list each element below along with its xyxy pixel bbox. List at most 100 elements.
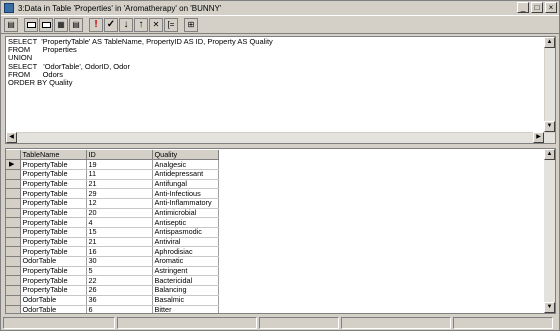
cell-quality[interactable]: Balancing [152, 285, 219, 296]
table-row[interactable]: PropertyTable 15 Antispasmodic [6, 227, 219, 238]
cell-tablename[interactable]: PropertyTable [20, 169, 87, 180]
table-row[interactable]: PropertyTable 21 Antiviral [6, 237, 219, 248]
remove-filter-button[interactable]: ✕ [149, 17, 163, 32]
table-row[interactable]: PropertyTable 16 Aphrodisiac [6, 246, 219, 258]
table-row[interactable]: PropertyTable 29 Anti-Infectious [6, 188, 219, 199]
cell-quality[interactable]: Anti-Infectious [152, 188, 219, 199]
cell-quality[interactable]: Aphrodisiac [152, 246, 219, 258]
current-row-marker-icon[interactable]: ▶ [6, 159, 21, 170]
cell-quality[interactable]: Antiviral [152, 237, 219, 248]
row-selector[interactable] [6, 246, 21, 258]
cell-quality[interactable]: Antidepressant [152, 169, 219, 180]
cell-quality[interactable]: Antifungal [152, 179, 219, 190]
show-sql-pane-button[interactable] [24, 17, 38, 32]
column-header-tablename[interactable]: TableName [20, 150, 87, 161]
cell-tablename[interactable]: PropertyTable [20, 179, 87, 190]
table-row[interactable]: PropertyTable 26 Balancing [6, 285, 219, 296]
cell-quality[interactable]: Antispasmodic [152, 227, 219, 238]
table-row[interactable]: PropertyTable 11 Antidepressant [6, 169, 219, 180]
title-bar[interactable]: 3:Data in Table 'Properties' in 'Aromath… [1, 1, 559, 15]
grid-corner-cell[interactable] [6, 150, 21, 161]
row-selector[interactable] [6, 208, 21, 219]
table-row[interactable]: OdorTable 30 Aromatic [6, 256, 219, 267]
cell-id[interactable]: 29 [86, 188, 153, 199]
cell-id[interactable]: 22 [86, 275, 153, 287]
cell-id[interactable]: 4 [86, 217, 153, 228]
minimize-button[interactable]: _ [517, 2, 529, 13]
table-row[interactable]: PropertyTable 20 Antimicrobial [6, 208, 219, 219]
verify-sql-button[interactable]: ✓ [104, 17, 118, 32]
cell-id[interactable]: 12 [86, 198, 153, 209]
row-selector[interactable] [6, 285, 21, 296]
row-selector[interactable] [6, 169, 21, 180]
sql-scroll-right-button[interactable]: ▶ [533, 132, 544, 143]
cell-quality[interactable]: Analgesic [152, 159, 219, 170]
cell-tablename[interactable]: PropertyTable [20, 217, 87, 228]
close-button[interactable]: × [545, 2, 557, 13]
sql-editor[interactable]: SELECT 'PropertyTable' AS TableName, Pro… [8, 37, 545, 132]
save-button[interactable]: ▤ [4, 17, 18, 32]
cell-tablename[interactable]: PropertyTable [20, 208, 87, 219]
cell-quality[interactable]: Antiseptic [152, 217, 219, 228]
sql-scroll-down-button[interactable]: ▼ [544, 121, 555, 132]
cell-id[interactable]: 21 [86, 237, 153, 248]
cell-id[interactable]: 16 [86, 246, 153, 258]
sort-descending-button[interactable]: ↑ [134, 17, 148, 32]
cell-tablename[interactable]: PropertyTable [20, 227, 87, 238]
row-selector[interactable] [6, 266, 21, 277]
cell-id[interactable]: 15 [86, 227, 153, 238]
row-selector[interactable] [6, 227, 21, 238]
cell-quality[interactable]: Aromatic [152, 256, 219, 267]
cell-tablename[interactable]: PropertyTable [20, 266, 87, 277]
sql-horizontal-scrollbar[interactable]: ◀ ▶ [6, 132, 555, 143]
column-header-id[interactable]: ID [86, 150, 153, 161]
cell-tablename[interactable]: PropertyTable [20, 198, 87, 209]
group-by-button[interactable]: [= [164, 17, 178, 32]
row-selector[interactable] [6, 217, 21, 228]
column-header-quality[interactable]: Quality [152, 150, 219, 161]
cell-quality[interactable]: Astringent [152, 266, 219, 277]
row-selector[interactable] [6, 305, 21, 313]
sql-scroll-up-button[interactable]: ▲ [544, 37, 555, 48]
cell-id[interactable]: 20 [86, 208, 153, 219]
table-row[interactable]: PropertyTable 5 Astringent [6, 266, 219, 277]
run-button[interactable]: ! [89, 17, 103, 32]
show-results-pane-button[interactable]: ▤ [69, 17, 83, 32]
table-row[interactable]: OdorTable 36 Basalmic [6, 295, 219, 306]
cell-tablename[interactable]: PropertyTable [20, 188, 87, 199]
cell-id[interactable]: 6 [86, 305, 153, 313]
cell-tablename[interactable]: PropertyTable [20, 237, 87, 248]
row-selector[interactable] [6, 295, 21, 306]
table-row[interactable]: ▶ PropertyTable 19 Analgesic [6, 159, 219, 170]
add-table-button[interactable]: ⊞ [184, 17, 198, 32]
cell-id[interactable]: 19 [86, 159, 153, 170]
table-row[interactable]: OdorTable 6 Bitter [6, 305, 219, 313]
row-selector[interactable] [6, 237, 21, 248]
cell-id[interactable]: 21 [86, 179, 153, 190]
grid-scroll-up-button[interactable]: ▲ [544, 149, 555, 160]
table-row[interactable]: PropertyTable 12 Anti-Inflammatory [6, 198, 219, 209]
show-diagram-pane-button[interactable] [39, 17, 53, 32]
cell-id[interactable]: 11 [86, 169, 153, 180]
cell-quality[interactable]: Bactericidal [152, 275, 219, 287]
maximize-button[interactable]: □ [531, 2, 543, 13]
sql-vertical-scrollbar[interactable]: ▲ ▼ [544, 37, 555, 132]
cell-id[interactable]: 26 [86, 285, 153, 296]
table-row[interactable]: PropertyTable 22 Bactericidal [6, 275, 219, 287]
cell-quality[interactable]: Antimicrobial [152, 208, 219, 219]
row-selector[interactable] [6, 188, 21, 199]
sql-scroll-left-button[interactable]: ◀ [6, 132, 17, 143]
cell-id[interactable]: 5 [86, 266, 153, 277]
cell-tablename[interactable]: PropertyTable [20, 159, 87, 170]
cell-tablename[interactable]: PropertyTable [20, 285, 87, 296]
row-selector[interactable] [6, 198, 21, 209]
cell-tablename[interactable]: OdorTable [20, 295, 87, 306]
show-grid-pane-button[interactable]: ▦ [54, 17, 68, 32]
row-selector[interactable] [6, 256, 21, 267]
cell-quality[interactable]: Anti-Inflammatory [152, 198, 219, 209]
sort-ascending-button[interactable]: ↓ [119, 17, 133, 32]
cell-quality[interactable]: Basalmic [152, 295, 219, 306]
table-row[interactable]: PropertyTable 21 Antifungal [6, 179, 219, 190]
grid-scroll-down-button[interactable]: ▼ [544, 302, 555, 313]
cell-tablename[interactable]: OdorTable [20, 256, 87, 267]
